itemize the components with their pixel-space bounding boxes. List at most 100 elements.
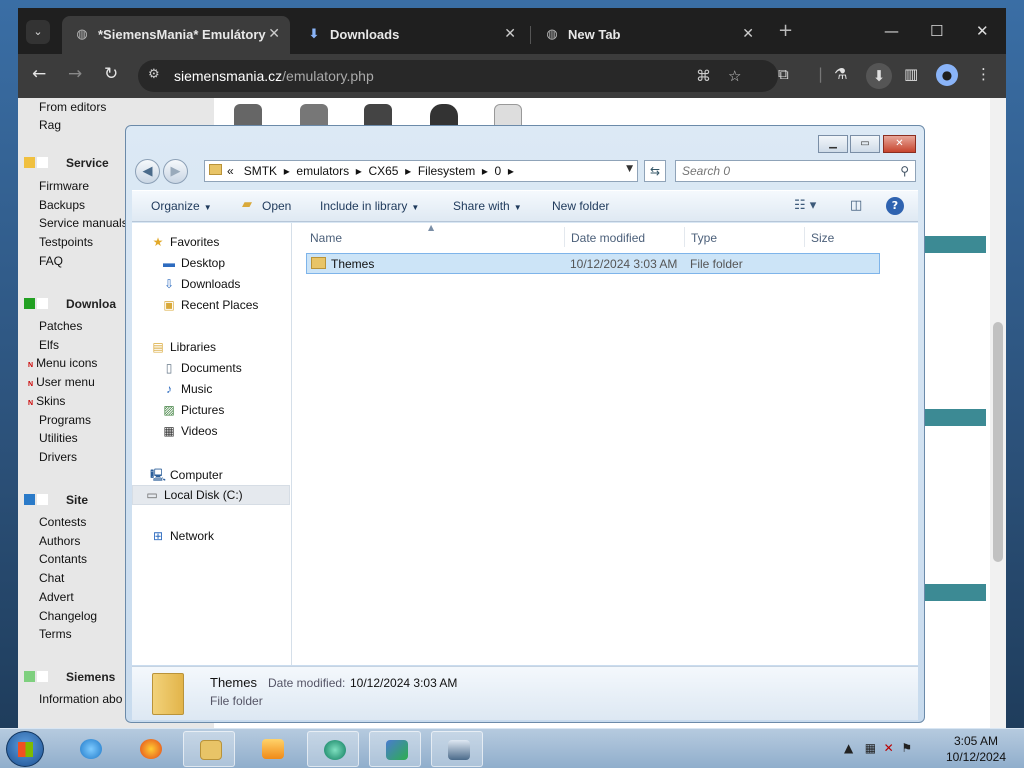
sidebar-link[interactable]: FAQ [39,254,63,268]
sidebar-link[interactable]: Utilities [39,431,78,445]
nav-documents[interactable]: ▯ Documents [161,361,242,375]
breadcrumb-item[interactable]: Filesystem [418,164,475,178]
extensions-icon[interactable]: ⧉ [778,65,789,83]
network-tray-icon[interactable]: ▦ [865,741,876,755]
address-bar[interactable]: « SMTK ▸ emulators ▸ CX65 ▸ Filesystem ▸… [204,160,638,182]
breadcrumb-overflow[interactable]: « [227,164,234,178]
new-tab-button[interactable]: + [778,22,793,40]
nav-computer[interactable]: 🖳 Computer [150,466,223,487]
sidebar-link[interactable]: Authors [39,534,80,548]
nav-downloads[interactable]: ⇩ Downloads [161,277,240,291]
new-folder-button[interactable]: New folder [552,199,609,213]
start-button[interactable] [6,731,44,767]
sidebar-link[interactable]: Drivers [39,450,77,464]
taskbar-app[interactable] [369,731,421,767]
volume-muted-icon[interactable]: ✕ [884,741,894,755]
close-icon[interactable]: ✕ [883,135,916,153]
sidebar-link[interactable]: Testpoints [39,235,93,249]
menu-kebab-icon[interactable]: ⋮ [976,65,991,83]
breadcrumb-item[interactable]: SMTK [244,164,277,178]
open-button[interactable]: Open [262,199,291,213]
action-center-flag-icon[interactable]: ⚑ [901,741,912,755]
sidebar-link[interactable]: Backups [39,198,85,212]
back-icon[interactable]: ◀ [135,159,160,184]
search-icon[interactable]: ⚲ [900,164,909,178]
scrollbar-thumb[interactable] [993,322,1003,562]
side-panel-icon[interactable]: ▥ [904,65,918,83]
downloads-icon[interactable]: ⬇ [866,63,892,89]
sidebar-link[interactable]: From editors [39,100,106,114]
bookmark-star-icon[interactable]: ☆ [728,67,741,85]
forward-icon[interactable]: → [68,64,82,84]
taskbar-app[interactable] [431,731,483,767]
taskbar-media-player[interactable] [246,731,298,767]
nav-music[interactable]: ♪ Music [161,382,212,396]
tab-downloads[interactable]: ⬇ Downloads ✕ [294,16,526,54]
sidebar-link[interactable]: Firmware [39,179,89,193]
minimize-icon[interactable]: ▁ [818,135,848,153]
maximize-icon[interactable]: ☐ [930,22,943,40]
taskbar-explorer[interactable] [183,731,235,767]
close-tab-icon[interactable]: ✕ [504,26,516,42]
organize-button[interactable]: Organize ▼ [151,199,212,213]
sidebar-link[interactable]: Service manuals [39,216,128,230]
nav-pictures[interactable]: ▨ Pictures [161,403,224,417]
nav-recent-places[interactable]: ▣ Recent Places [161,298,258,312]
sidebar-link[interactable]: N Menu icons [28,356,97,370]
column-header-type[interactable]: Type [691,231,717,245]
sidebar-link[interactable]: Rag [39,118,61,132]
tab-search-button[interactable]: ⌄ [26,20,50,44]
sidebar-link[interactable]: Programs [39,413,91,427]
sidebar-link[interactable]: Terms [39,627,72,641]
sidebar-link[interactable]: Information abo [39,692,122,706]
column-header-size[interactable]: Size [811,231,834,245]
column-separator[interactable] [804,227,805,247]
sidebar-link[interactable]: Chat [39,571,64,585]
column-header-name[interactable]: Name [310,231,342,245]
site-info-icon[interactable]: ⚙ [148,67,160,82]
nav-network[interactable]: ⊞ Network [150,529,214,543]
refresh-icon[interactable]: ⇆ [644,160,666,182]
labs-flask-icon[interactable]: ⚗ [834,65,847,83]
taskbar-firefox[interactable] [124,731,176,767]
page-scrollbar[interactable] [990,98,1006,728]
sidebar-link[interactable]: Advert [39,590,74,604]
sidebar-link[interactable]: Contants [39,552,87,566]
sidebar-link[interactable]: Changelog [39,609,97,623]
show-hidden-icons-icon[interactable]: ▲ [844,741,853,755]
tab-siemensmania[interactable]: ◍ *SiemensMania* Emulátory ✕ [62,16,290,54]
tab-new-tab[interactable]: ◍ New Tab ✕ [532,16,764,54]
nav-libraries[interactable]: ▤ Libraries [150,340,216,354]
breadcrumb-item[interactable]: emulators [296,164,349,178]
column-header-date[interactable]: Date modified [571,231,645,245]
translate-icon[interactable]: ⌘ [696,67,711,85]
chevron-down-icon[interactable]: ▼ [626,164,633,174]
column-separator[interactable] [564,227,565,247]
include-in-library-button[interactable]: Include in library ▼ [320,199,419,213]
breadcrumb-item[interactable]: 0 [495,164,502,178]
file-row[interactable]: Themes 10/12/2024 3:03 AM File folder [306,253,880,274]
sidebar-link[interactable]: N Skins [28,394,65,408]
preview-pane-icon[interactable]: ◫ [850,198,862,213]
close-tab-icon[interactable]: ✕ [268,26,280,42]
breadcrumb-item[interactable]: CX65 [368,164,398,178]
address-bar[interactable]: ⚙ siemensmania.cz/emulatory.php ⌘ ☆ [138,60,778,92]
taskbar-ie[interactable] [64,731,116,767]
column-separator[interactable] [684,227,685,247]
back-icon[interactable]: ← [32,64,46,84]
taskbar-chrome[interactable] [307,731,359,767]
clock[interactable]: 3:05 AM 10/12/2024 [936,733,1016,765]
minimize-icon[interactable]: — [884,22,899,40]
nav-local-disk[interactable]: ▭ Local Disk (C:) [132,485,290,505]
close-window-icon[interactable]: ✕ [976,22,989,40]
share-with-button[interactable]: Share with ▼ [453,199,522,213]
maximize-icon[interactable]: ▭ [850,135,880,153]
nav-favorites[interactable]: ★ Favorites [150,235,220,249]
search-input[interactable] [682,164,882,178]
view-options-icon[interactable]: ☷ ▾ [794,198,816,213]
close-tab-icon[interactable]: ✕ [742,26,754,42]
sidebar-link[interactable]: Elfs [39,338,59,352]
sidebar-link[interactable]: N User menu [28,375,95,389]
search-box[interactable]: ⚲ [675,160,916,182]
profile-avatar[interactable]: ● [936,64,958,86]
